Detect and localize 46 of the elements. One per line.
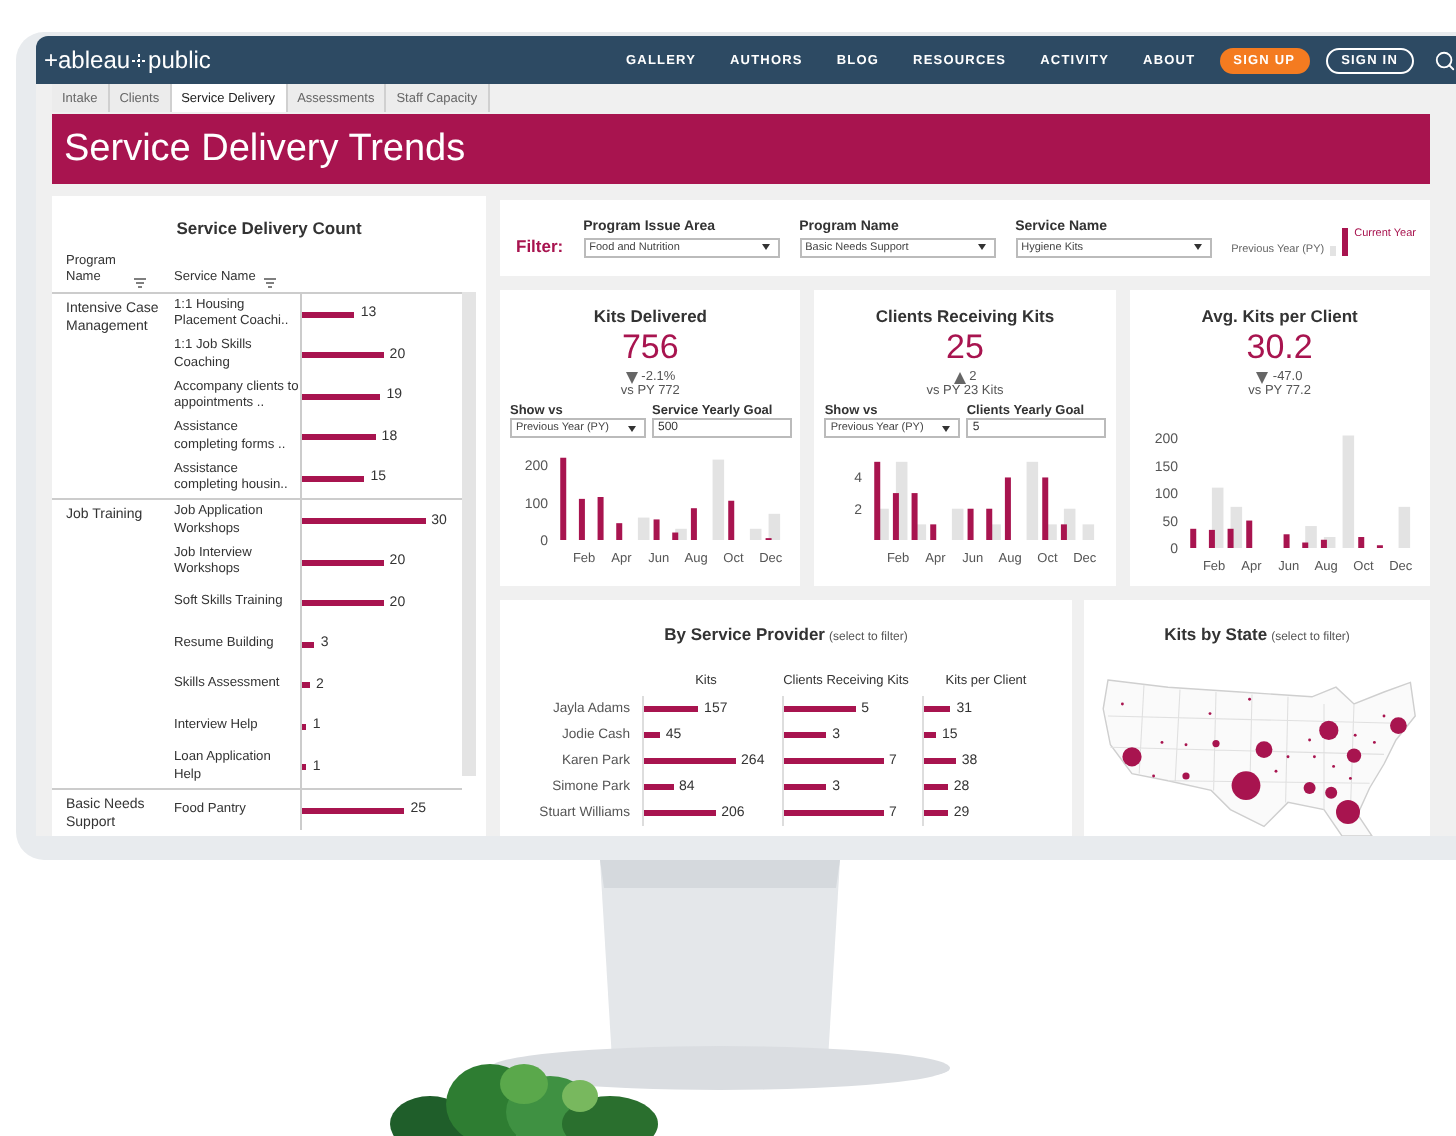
chart-bar xyxy=(1083,524,1096,540)
sort-icon xyxy=(134,277,146,288)
chart-bar xyxy=(952,508,965,540)
chart-bar xyxy=(931,524,938,540)
sort-icon xyxy=(263,277,276,288)
chart-bar xyxy=(712,459,725,540)
chart-bar xyxy=(1342,435,1354,548)
panel-title: Service Delivery Count xyxy=(174,218,364,238)
logo-text: +ableau xyxy=(44,46,131,74)
caret-icon xyxy=(1193,244,1202,250)
kpi-value: 30.2 xyxy=(1246,326,1313,370)
search-icon[interactable] xyxy=(1434,49,1456,71)
chart-bar xyxy=(968,508,975,540)
panel-title: Kits by State xyxy=(1164,624,1268,644)
chart-bar xyxy=(653,519,660,540)
chart-bar xyxy=(579,498,586,540)
chart-bar xyxy=(728,500,735,540)
chart-bar xyxy=(1189,528,1196,548)
kpi-title: Avg. Kits per Client xyxy=(1201,306,1358,326)
chart-bar xyxy=(750,528,762,540)
filter-label: Filter: xyxy=(516,236,564,256)
chart-bar xyxy=(1245,520,1252,548)
chart-bar xyxy=(597,497,604,540)
logo-cross-icon xyxy=(132,53,147,67)
scrollbar[interactable] xyxy=(462,291,476,776)
kpi-title: Clients Receiving Kits xyxy=(875,306,1055,326)
caret-icon xyxy=(761,244,770,250)
chart-bar xyxy=(1357,537,1364,548)
panel-title: By Service Provider xyxy=(664,624,825,644)
page-title: Service Delivery Trends xyxy=(52,114,1430,184)
caret-icon xyxy=(977,244,986,250)
chart-bar xyxy=(1005,477,1012,540)
chart-bar xyxy=(1398,506,1410,548)
chart-bar xyxy=(560,457,567,540)
caret-icon xyxy=(942,425,951,431)
kpi-title: Kits Delivered xyxy=(593,306,708,326)
chart-bar xyxy=(691,508,698,540)
chart-bar xyxy=(616,523,623,540)
legend-swatch xyxy=(1342,228,1349,256)
caret-icon xyxy=(628,425,636,431)
kpi-value: 25 xyxy=(946,326,984,370)
kpi-value: 756 xyxy=(621,326,679,370)
chart-bar xyxy=(1283,534,1290,548)
logo-text: public xyxy=(148,46,211,74)
chart-bar xyxy=(1027,461,1040,540)
chart-bar xyxy=(638,517,650,540)
